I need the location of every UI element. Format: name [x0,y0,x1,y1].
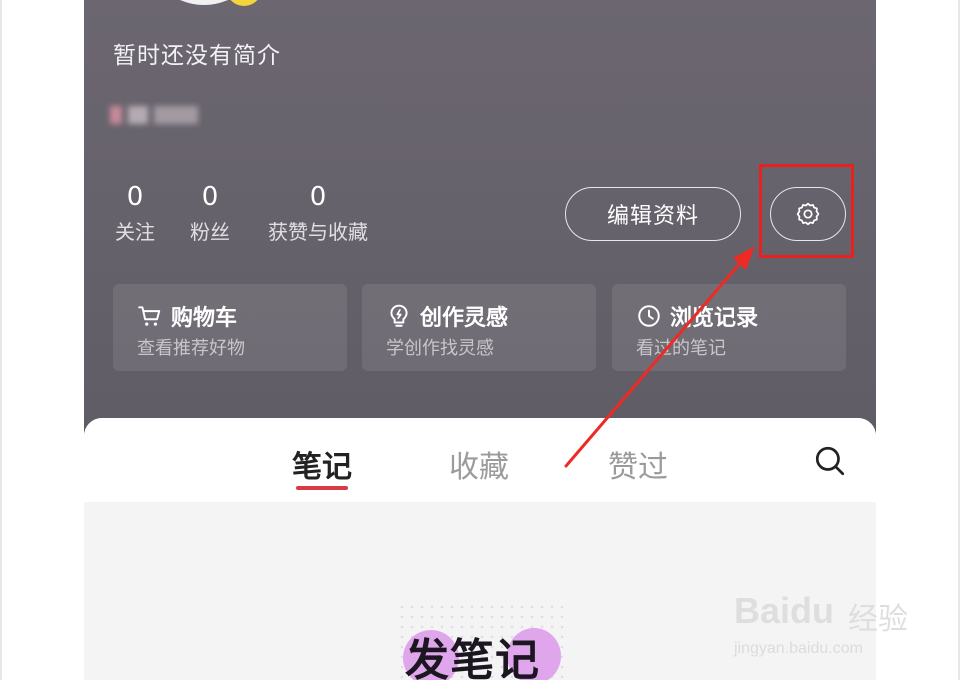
watermark-text: 经验 [848,602,908,637]
baidu-watermark: Baidu 经验 jingyan.baidu.com [734,580,934,670]
watermark-url: jingyan.baidu.com [734,640,863,657]
watermark-brand: Baidu [734,590,835,631]
annotation-arrow [564,246,755,468]
